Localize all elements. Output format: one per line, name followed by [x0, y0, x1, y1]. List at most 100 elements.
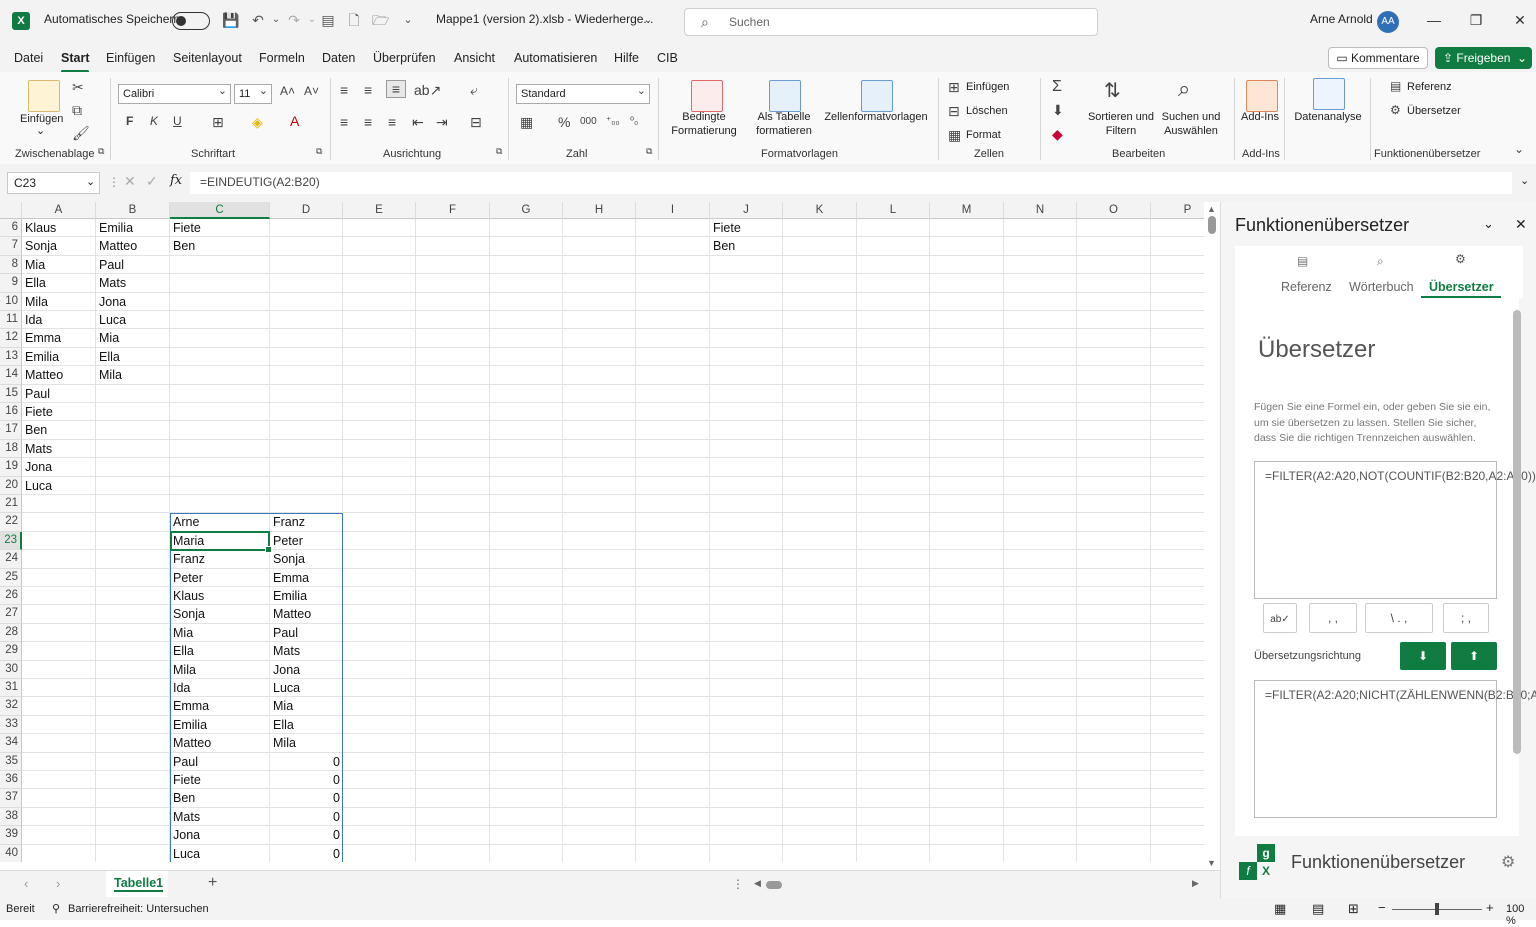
percent-icon[interactable]: % [558, 114, 570, 130]
format-painter-icon[interactable]: 🖌 [72, 125, 90, 142]
addins-icon[interactable] [1246, 80, 1278, 112]
tab-cib[interactable]: CIB [657, 51, 678, 65]
cell-b8[interactable]: Paul [96, 256, 170, 274]
row-header-20[interactable]: 20 [0, 476, 22, 495]
row-header-6[interactable]: 6 [0, 219, 22, 238]
page-layout-view-icon[interactable]: ▤ [1312, 901, 1324, 917]
column-header-j[interactable]: J [710, 202, 783, 219]
formula-input-textarea[interactable]: =FILTER(A2:A20,NOT(COUNTIF(B2:B20,A2:A20… [1254, 461, 1536, 599]
sheet-tab-tabelle1[interactable]: Tabelle1 [106, 871, 168, 897]
prev-sheet-icon[interactable]: ‹ [24, 876, 28, 891]
cell-d32[interactable]: Mia [270, 697, 343, 715]
row-header-37[interactable]: 37 [0, 789, 22, 808]
collapse-ribbon-icon[interactable]: ⌄ [1514, 142, 1524, 156]
cell-d27[interactable]: Matteo [270, 605, 343, 623]
row-header-13[interactable]: 13 [0, 347, 22, 367]
align-middle-icon[interactable]: ≡ [364, 82, 372, 98]
cell-b7[interactable]: Matteo [96, 237, 170, 255]
cell-a8[interactable]: Mia [22, 256, 96, 274]
decrease-indent-icon[interactable]: ⇤ [412, 114, 424, 131]
row-header-25[interactable]: 25 [0, 568, 22, 587]
select-all-corner[interactable] [0, 202, 22, 219]
translator-icon[interactable]: ⚙ [1390, 103, 1401, 117]
cell-j7[interactable]: Ben [710, 237, 783, 255]
copy-icon[interactable]: ⧉ [72, 102, 82, 119]
row-header-29[interactable]: 29 [0, 642, 22, 661]
cell-d36[interactable]: 0 [270, 771, 343, 789]
row-header-33[interactable]: 33 [0, 715, 22, 735]
column-header-n[interactable]: N [1004, 202, 1077, 219]
cell-a6[interactable]: Klaus [22, 219, 96, 237]
merge-cells-icon[interactable]: ⊟ [470, 114, 482, 131]
file-name[interactable]: Mappe1 (version 2).xlsb - Wiederherge... [436, 12, 653, 26]
format-as-table-icon[interactable] [769, 80, 801, 112]
autosum-icon[interactable]: Σ [1052, 78, 1062, 96]
user-name[interactable]: Arne Arnold [1310, 12, 1373, 26]
sort-filter-icon[interactable]: ⇅ [1104, 78, 1121, 103]
zoom-slider-thumb[interactable] [1435, 903, 1439, 915]
delete-cells-label[interactable]: Löschen [966, 104, 1008, 118]
minimize-icon[interactable]: — [1424, 12, 1444, 28]
cell-c32[interactable]: Emma [170, 697, 270, 715]
row-header-24[interactable]: 24 [0, 550, 22, 569]
scroll-down-icon[interactable]: ▼ [1207, 858, 1216, 868]
accounting-format-icon[interactable]: ▦ [520, 114, 533, 131]
reference-icon[interactable]: ▤ [1390, 79, 1401, 93]
cell-styles-label[interactable]: Zellenformatvorlagen [822, 110, 930, 124]
cell-d37[interactable]: 0 [270, 789, 343, 807]
cell-d25[interactable]: Emma [270, 569, 343, 587]
cell-c34[interactable]: Matteo [170, 734, 270, 752]
cell-c37[interactable]: Ben [170, 789, 270, 807]
cell-c30[interactable]: Mila [170, 661, 270, 679]
cell-c22[interactable]: Arne [170, 513, 270, 531]
comments-button[interactable]: ▭ Kommentare [1328, 47, 1428, 69]
translator-label[interactable]: Übersetzer [1407, 104, 1461, 118]
cell-a11[interactable]: Ida [22, 311, 96, 329]
translate-up-button[interactable]: ⬆ [1451, 642, 1497, 670]
pane-close-icon[interactable]: ✕ [1515, 216, 1527, 233]
cell-d33[interactable]: Ella [270, 716, 343, 734]
clipboard-launcher-icon[interactable]: ⧉ [98, 146, 104, 157]
fill-icon[interactable]: ⬇ [1052, 102, 1064, 119]
row-header-27[interactable]: 27 [0, 605, 22, 624]
clear-icon[interactable]: ◆ [1052, 126, 1063, 143]
cell-d31[interactable]: Luca [270, 679, 343, 697]
cell-d24[interactable]: Sonja [270, 550, 343, 568]
cell-c25[interactable]: Peter [170, 569, 270, 587]
cell-a15[interactable]: Paul [22, 385, 96, 403]
row-header-40[interactable]: 40 [0, 844, 22, 862]
cell-c6[interactable]: Fiete [170, 219, 270, 237]
align-right-icon[interactable]: ≡ [388, 114, 396, 130]
column-header-l[interactable]: L [857, 202, 930, 219]
avatar[interactable]: AA [1377, 11, 1399, 33]
cell-c28[interactable]: Mia [170, 624, 270, 642]
cell-d40[interactable]: 0 [270, 845, 343, 862]
thousands-separator-icon[interactable]: 000 [580, 116, 597, 127]
cell-b14[interactable]: Mila [96, 366, 170, 384]
name-box-dropdown-icon[interactable]: ⌄ [86, 175, 95, 188]
row-header-15[interactable]: 15 [0, 384, 22, 403]
cell-b13[interactable]: Ella [96, 348, 170, 366]
open-folder-icon[interactable]: 🗁 [372, 12, 389, 28]
zoom-in-icon[interactable]: + [1486, 900, 1494, 915]
number-launcher-icon[interactable]: ⧉ [646, 146, 652, 157]
horizontal-scroll-thumb[interactable] [766, 881, 782, 889]
cell-d23[interactable]: Peter [270, 532, 343, 550]
align-top-icon[interactable]: ≡ [340, 82, 348, 98]
cell-c35[interactable]: Paul [170, 753, 270, 771]
reference-label[interactable]: Referenz [1407, 80, 1452, 94]
format-cells-label[interactable]: Format [966, 128, 1001, 142]
save-icon[interactable]: 💾 [222, 12, 239, 28]
cell-d34[interactable]: Mila [270, 734, 343, 752]
row-header-10[interactable]: 10 [0, 292, 22, 311]
zoom-out-icon[interactable]: − [1378, 900, 1386, 915]
font-size-select[interactable]: 11 [234, 82, 272, 104]
row-header-9[interactable]: 9 [0, 274, 22, 293]
row-header-8[interactable]: 8 [0, 255, 22, 275]
paste-dropdown-icon[interactable]: ⌄ [36, 124, 45, 138]
column-header-m[interactable]: M [930, 202, 1004, 219]
row-header-11[interactable]: 11 [0, 311, 22, 330]
column-header-p[interactable]: P [1151, 202, 1204, 219]
number-format-select[interactable]: Standard [516, 82, 650, 104]
column-header-b[interactable]: B [96, 202, 170, 219]
